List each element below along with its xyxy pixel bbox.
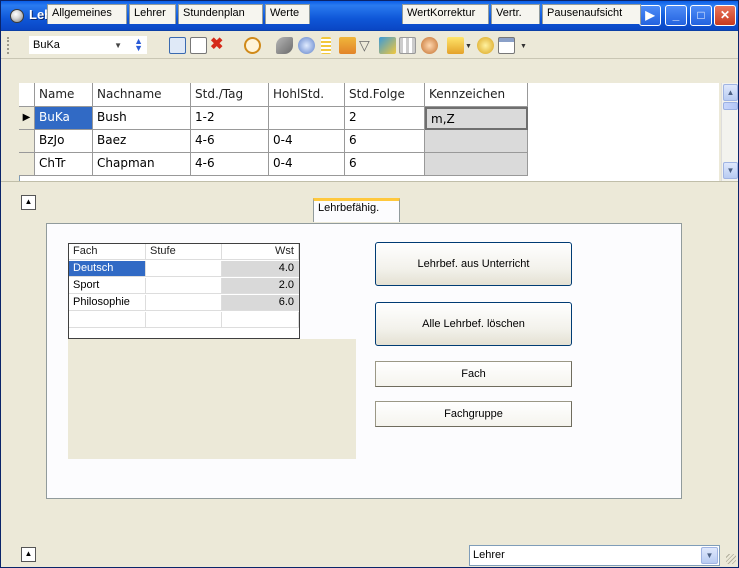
toolbar: BuKa ▼ ▲ ▼ ✖ ▽ ▼ ▼ (1, 32, 738, 59)
table-cell-fach[interactable]: Philosophie (69, 295, 146, 311)
sort-icon[interactable] (379, 37, 396, 54)
view-select-value: Lehrer (473, 549, 505, 561)
menu-arrow-button[interactable]: ▶ (639, 5, 661, 26)
table-cell-fach[interactable]: Deutsch (69, 261, 146, 277)
column-header-name[interactable]: Name (35, 83, 93, 107)
table-cell-stufe[interactable] (146, 312, 222, 328)
table-cell-wst[interactable]: 4.0 (222, 261, 299, 277)
teacher-selector[interactable]: BuKa ▼ ▲ ▼ (29, 36, 147, 54)
grid-cell-hohlstd[interactable] (269, 107, 345, 130)
grid-cell-nachname[interactable]: Chapman (93, 153, 191, 176)
panel-splitter[interactable] (1, 181, 738, 186)
grid-scrollbar[interactable]: ▲ ▼ (721, 83, 738, 181)
scroll-up-icon[interactable]: ▲ (723, 84, 738, 101)
new-record-icon[interactable] (190, 37, 207, 54)
table-cell-stufe[interactable] (146, 295, 222, 311)
grid-cell-std-folge[interactable]: 6 (345, 153, 425, 176)
scroll-thumb[interactable] (723, 102, 738, 110)
clock-icon[interactable] (244, 37, 261, 54)
spinner-icon[interactable]: ▲ ▼ (134, 37, 143, 53)
list-icon[interactable] (321, 37, 331, 54)
filter-icon[interactable]: ▽ (359, 37, 376, 54)
lehrbef-table[interactable]: Fach Stufe Wst Deutsch 4.0 Sport 2.0 Phi… (68, 243, 300, 339)
alle-lehrbef-loeschen-button[interactable]: Alle Lehrbef. löschen (375, 302, 572, 346)
delete-icon[interactable]: ✖ (210, 37, 227, 54)
table-cell-fach[interactable] (69, 312, 146, 328)
app-icon[interactable] (10, 9, 24, 23)
view-select[interactable]: Lehrer ▼ (469, 545, 720, 566)
more-dropdown-icon[interactable]: ▼ (520, 43, 527, 50)
chevron-down-icon[interactable]: ▼ (114, 41, 122, 50)
grid-icon[interactable] (169, 37, 186, 54)
grid-cell-nachname[interactable]: Baez (93, 130, 191, 153)
scroll-down-icon[interactable]: ▼ (723, 162, 738, 179)
grid-cell-kennzeichen[interactable]: m,Z (425, 107, 528, 130)
table-cell-stufe[interactable] (146, 278, 222, 294)
users-icon[interactable] (421, 37, 438, 54)
table-cell-stufe[interactable] (146, 261, 222, 277)
tab-wertkorrektur[interactable]: WertKorrektur (402, 4, 489, 24)
column-header-std-tag[interactable]: Std./Tag (191, 83, 269, 107)
table-icon[interactable] (399, 37, 416, 54)
tab-vertr[interactable]: Vertr. (491, 4, 540, 24)
column-header-stufe[interactable]: Stufe (146, 244, 222, 260)
resize-grip-icon[interactable] (726, 554, 736, 564)
tab-stundenplan[interactable]: Stundenplan (178, 4, 263, 24)
maximize-button[interactable]: □ (690, 5, 712, 26)
table-empty-area (68, 339, 356, 459)
grid-cell-name[interactable]: BuKa (35, 107, 93, 130)
calendar-icon[interactable] (498, 37, 515, 54)
fach-button[interactable]: Fach (375, 361, 572, 387)
column-header-nachname[interactable]: Nachname (93, 83, 191, 107)
grid-cell-kennzeichen[interactable] (425, 153, 528, 176)
collapse-panel-icon[interactable]: ▲ (21, 195, 36, 210)
export-dropdown-icon[interactable]: ▼ (465, 43, 472, 50)
column-header-std-folge[interactable]: Std.Folge (345, 83, 425, 107)
table-cell-wst[interactable]: 2.0 (222, 278, 299, 294)
tab-allgemeines[interactable]: Allgemeines (47, 4, 127, 24)
table-cell-wst[interactable]: 6.0 (222, 295, 299, 311)
settings-icon[interactable] (298, 37, 315, 54)
app-window: Lehrer / Lehrer ▶ _ □ ✕ BuKa ▼ ▲▼ ✖ ▽ ▼ … (0, 0, 739, 568)
tab-lehrer[interactable]: Lehrer (129, 4, 176, 24)
column-header-kennzeichen[interactable]: Kennzeichen (425, 83, 528, 107)
row-indicator (19, 153, 35, 176)
table-cell-fach[interactable]: Sport (69, 278, 146, 294)
export-icon[interactable] (447, 37, 464, 54)
table-cell-wst[interactable] (222, 312, 299, 328)
grid-corner (19, 83, 35, 107)
column-header-hohlstd[interactable]: HohlStd. (269, 83, 345, 107)
fachgruppe-button[interactable]: Fachgruppe (375, 401, 572, 427)
grid-cell-hohlstd[interactable]: 0-4 (269, 153, 345, 176)
gear-icon[interactable] (477, 37, 494, 54)
grid-cell-nachname[interactable]: Bush (93, 107, 191, 130)
grid-cell-name[interactable]: BzJo (35, 130, 93, 153)
tools-icon[interactable] (276, 37, 293, 54)
grid-cell-std-tag[interactable]: 1-2 (191, 107, 269, 130)
column-header-fach[interactable]: Fach (69, 244, 146, 260)
grid-cell-kennzeichen[interactable] (425, 130, 528, 153)
grid-cell-std-tag[interactable]: 4-6 (191, 130, 269, 153)
toolbar-grip[interactable] (7, 37, 10, 54)
current-row-indicator-icon: ▶ (19, 107, 35, 130)
print-icon[interactable] (339, 37, 356, 54)
grid-cell-hohlstd[interactable]: 0-4 (269, 130, 345, 153)
column-header-wst[interactable]: Wst (222, 244, 299, 260)
row-indicator (19, 130, 35, 153)
tab-pausenaufsicht[interactable]: Pausenaufsicht (542, 4, 641, 24)
chevron-down-icon[interactable]: ▼ (701, 547, 718, 564)
close-button[interactable]: ✕ (714, 5, 736, 26)
minimize-button[interactable]: _ (665, 5, 687, 26)
grid-cell-std-folge[interactable]: 6 (345, 130, 425, 153)
grid-cell-name[interactable]: ChTr (35, 153, 93, 176)
tab-lehrbefaehig[interactable]: Lehrbefähig. (313, 198, 400, 222)
tab-werte[interactable]: Werte (265, 4, 310, 24)
lehrbef-aus-unterricht-button[interactable]: Lehrbef. aus Unterricht (375, 242, 572, 286)
grid-cell-std-folge[interactable]: 2 (345, 107, 425, 130)
expand-panel-icon[interactable]: ▲ (21, 547, 36, 562)
teacher-selector-value: BuKa (33, 39, 60, 51)
grid-cell-std-tag[interactable]: 4-6 (191, 153, 269, 176)
